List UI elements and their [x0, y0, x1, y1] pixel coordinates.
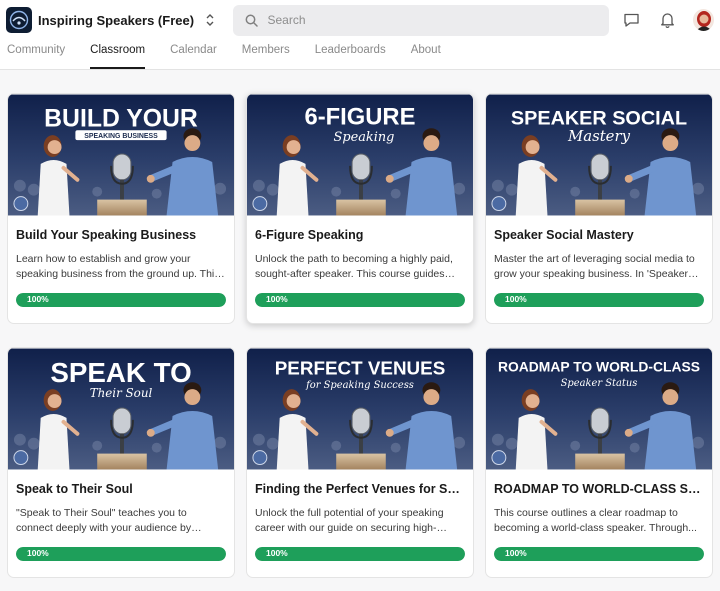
- top-bar: Inspiring Speakers (Free): [0, 0, 720, 40]
- banner-title: SPEAK TO: [50, 357, 191, 388]
- course-progress-label: 100%: [266, 548, 288, 558]
- search-bar[interactable]: [233, 4, 609, 36]
- notifications-bell-icon[interactable]: [658, 10, 677, 30]
- group-logo[interactable]: [6, 7, 32, 33]
- course-title: ROADMAP TO WORLD-CLASS SPEAKER STATUS: [494, 482, 704, 496]
- banner-title: PERFECT VENUES: [275, 357, 446, 378]
- course-title: 6-Figure Speaking: [255, 228, 364, 242]
- course-card-6-figure-speaking[interactable]: 6-FIGURE Speaking 6-Figure Speaking Unlo…: [246, 93, 474, 324]
- course-card-build-your-speaking-business[interactable]: BUILD YOUR SPEAKING BUSINESS Build Your …: [7, 93, 235, 324]
- tab-members[interactable]: Members: [242, 40, 290, 69]
- course-thumbnail: 6-FIGURE Speaking: [247, 94, 473, 216]
- tab-calendar[interactable]: Calendar: [170, 40, 217, 69]
- course-progress-label: 100%: [27, 548, 49, 558]
- course-title: Speaker Social Mastery: [494, 228, 634, 242]
- banner-subtitle: Mastery: [567, 127, 631, 145]
- tab-leaderboards[interactable]: Leaderboards: [315, 40, 386, 69]
- course-title: Build Your Speaking Business: [16, 228, 197, 242]
- user-avatar[interactable]: [693, 9, 714, 31]
- banner-title: 6-FIGURE: [305, 103, 416, 130]
- course-card-perfect-venues[interactable]: PERFECT VENUES for Speaking Success Find…: [246, 347, 474, 578]
- course-progress-label: 100%: [505, 294, 527, 304]
- tab-community[interactable]: Community: [7, 40, 65, 69]
- banner-subtitle: Speaker Status: [561, 378, 638, 389]
- tab-about[interactable]: About: [411, 40, 441, 69]
- course-thumbnail: SPEAK TO Their Soul: [8, 348, 234, 470]
- course-progress-bar: 100%: [255, 293, 465, 307]
- course-progress-label: 100%: [505, 548, 527, 558]
- course-description: "Speak to Their Soul" teaches you to con…: [16, 507, 192, 534]
- course-title: Speak to Their Soul: [16, 482, 133, 496]
- course-card-speaker-social-mastery[interactable]: SPEAKER SOCIAL Mastery Speaker Social Ma…: [485, 93, 713, 324]
- banner-title: ROADMAP TO WORLD-CLASS: [498, 358, 700, 374]
- course-card-speak-to-their-soul[interactable]: SPEAK TO Their Soul Speak to Their Soul …: [7, 347, 235, 578]
- course-thumbnail: PERFECT VENUES for Speaking Success: [247, 348, 473, 470]
- banner-subtitle: SPEAKING BUSINESS: [84, 133, 158, 140]
- course-progress-label: 100%: [27, 294, 49, 304]
- course-grid: BUILD YOUR SPEAKING BUSINESS Build Your …: [7, 93, 713, 578]
- course-card-roadmap-to-world-class[interactable]: ROADMAP TO WORLD-CLASS Speaker Status RO…: [485, 347, 713, 578]
- course-progress-bar: 100%: [255, 547, 465, 561]
- course-thumbnail: BUILD YOUR SPEAKING BUSINESS: [8, 94, 234, 216]
- course-description: Unlock the full potential of your speaki…: [255, 507, 444, 534]
- course-thumbnail: SPEAKER SOCIAL Mastery: [486, 94, 712, 216]
- banner-title: SPEAKER SOCIAL: [511, 107, 687, 129]
- course-progress-bar: 100%: [16, 293, 226, 307]
- course-description: Learn how to establish and grow your spe…: [16, 253, 220, 280]
- course-description: This course outlines a clear roadmap to …: [494, 507, 697, 534]
- banner-subtitle: Their Soul: [90, 386, 153, 400]
- group-switcher-icon[interactable]: [204, 12, 215, 28]
- course-progress-bar: 100%: [494, 547, 704, 561]
- group-name[interactable]: Inspiring Speakers (Free): [38, 13, 194, 28]
- course-description: Unlock the path to becoming a highly pai…: [255, 253, 453, 280]
- course-description: Master the art of leveraging social medi…: [494, 253, 695, 280]
- banner-subtitle: for Speaking Success: [305, 380, 414, 391]
- search-input[interactable]: [267, 13, 598, 27]
- course-progress-bar: 100%: [16, 547, 226, 561]
- nav-tabs: Community Classroom Calendar Members Lea…: [0, 40, 720, 70]
- chat-icon[interactable]: [622, 10, 641, 30]
- search-icon: [246, 14, 259, 27]
- logo-emblem-icon: [9, 10, 29, 30]
- banner-title: BUILD YOUR: [44, 105, 198, 132]
- tab-classroom[interactable]: Classroom: [90, 40, 145, 69]
- course-progress-label: 100%: [266, 294, 288, 304]
- course-progress-bar: 100%: [494, 293, 704, 307]
- banner-subtitle: Speaking: [334, 130, 395, 145]
- course-title: Finding the Perfect Venues for Speaking …: [255, 482, 465, 496]
- course-thumbnail: ROADMAP TO WORLD-CLASS Speaker Status: [486, 348, 712, 470]
